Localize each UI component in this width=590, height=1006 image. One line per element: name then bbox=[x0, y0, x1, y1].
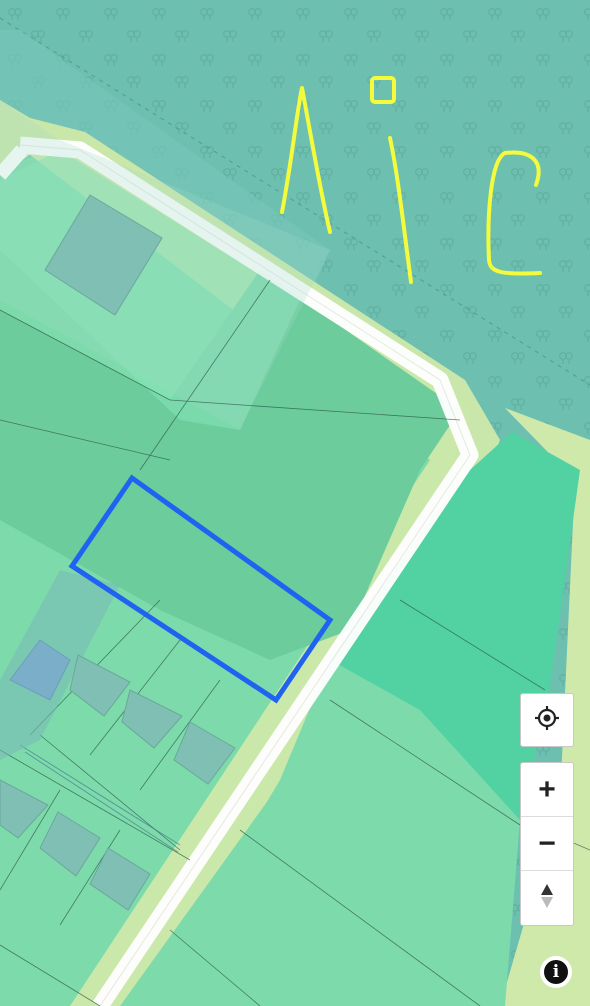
compass-icon bbox=[539, 882, 555, 915]
crosshair-icon bbox=[534, 705, 560, 736]
zoom-out-label: − bbox=[538, 826, 556, 860]
info-icon: i bbox=[544, 960, 568, 984]
zoom-out-button[interactable]: − bbox=[521, 817, 573, 871]
zoom-controls: + − bbox=[520, 762, 574, 926]
map-canvas[interactable] bbox=[0, 0, 590, 1006]
locate-button[interactable] bbox=[520, 693, 574, 747]
compass-button[interactable] bbox=[521, 871, 573, 925]
zoom-in-button[interactable]: + bbox=[521, 763, 573, 817]
info-button[interactable]: i bbox=[540, 956, 572, 988]
zoom-in-label: + bbox=[538, 772, 556, 806]
